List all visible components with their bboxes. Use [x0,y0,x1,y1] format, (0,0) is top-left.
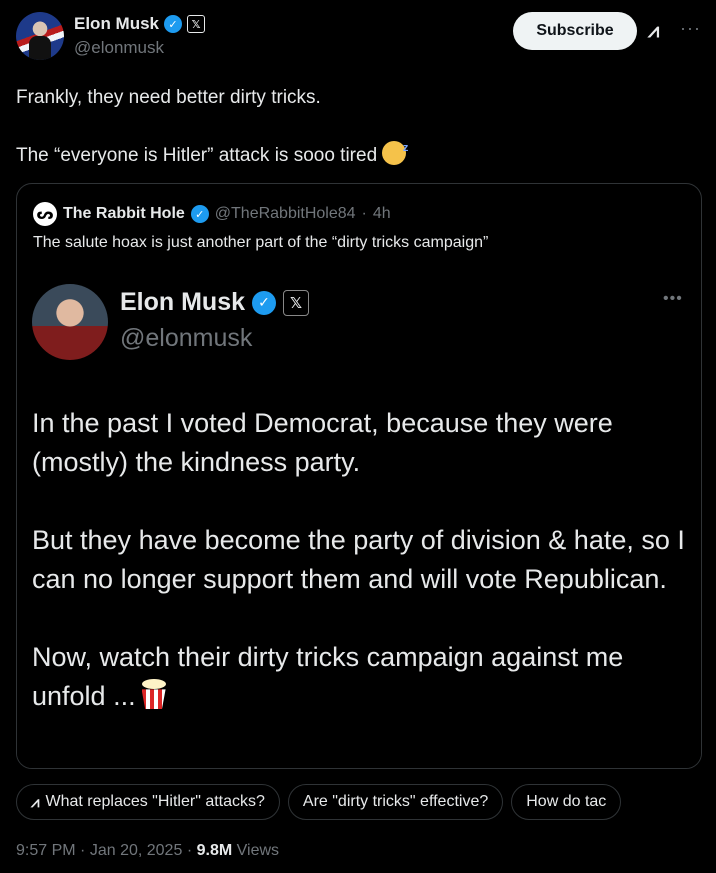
suggestion-chip-label: What replaces "Hitler" attacks? [45,793,265,810]
suggestion-chip[interactable]: How do tac [511,784,622,820]
image-post-text: In the past I voted Democrat, because th… [32,404,692,716]
author-name-row: Elon Musk ✓ 𝕏 [74,14,206,34]
quoted-author-avatar[interactable]: ᔕ [33,202,57,226]
verified-badge-icon[interactable]: ✓ [164,15,183,33]
suggestion-chip-label: How do tac [526,793,607,810]
quoted-author-name: The Rabbit Hole [63,205,185,222]
grok-suggestion-chips: ⩘ What replaces "Hitler" attacks? Are "d… [16,784,716,820]
subscribe-button[interactable]: Subscribe [513,12,637,50]
verified-badge-icon: ✓ [190,205,209,223]
author-avatar[interactable] [16,12,64,60]
post-metadata: 9:57 PM · Jan 20, 2025 · 9.8M Views [16,842,280,859]
image-author-name: Elon Musk [120,288,246,316]
quoted-post-header: ᔕ The Rabbit Hole ✓ @TheRabbitHole84 · 4… [33,202,391,226]
grok-icon[interactable]: ⩘ [648,20,670,42]
suggestion-chip-label: Are "dirty tricks" effective? [302,793,489,810]
sleepy-emoji-icon [382,135,408,165]
more-icon[interactable]: ··· [680,18,702,40]
quoted-post[interactable]: ᔕ The Rabbit Hole ✓ @TheRabbitHole84 · 4… [16,183,702,769]
post-text: Frankly, they need better dirty tricks. … [16,84,700,169]
image-paragraph-3-text: Now, watch their dirty tricks campaign a… [32,642,624,711]
post-header: Elon Musk ✓ 𝕏 @elonmusk Subscribe ⩘ ··· [16,12,700,62]
image-paragraph-3: Now, watch their dirty tricks campaign a… [32,638,692,716]
x-logo-icon: 𝕏 [187,15,206,33]
quoted-post-image[interactable]: Elon Musk ✓ 𝕏 @elonmusk ••• In the past … [17,276,701,768]
views-count: 9.8M [196,842,233,859]
author-handle[interactable]: @elonmusk [74,38,164,58]
dot-separator: · [361,205,367,222]
views-label: Views [236,842,280,859]
x-logo-icon: 𝕏 [283,289,310,316]
quoted-author-handle: @TheRabbitHole84 [214,205,356,222]
quoted-post-text: The salute hoax is just another part of … [33,234,489,251]
image-paragraph-1: In the past I voted Democrat, because th… [32,408,613,477]
suggestion-chip[interactable]: Are "dirty tricks" effective? [287,784,504,820]
post-date[interactable]: Jan 20, 2025 [90,842,183,859]
post-line-1: Frankly, they need better dirty tricks. [16,87,321,108]
verified-badge-icon: ✓ [252,290,277,315]
image-author-handle: @elonmusk [120,324,253,352]
post-line-2-text: The “everyone is Hitler” attack is sooo … [16,145,378,166]
author-name[interactable]: Elon Musk [74,14,159,34]
post-line-2: The “everyone is Hitler” attack is sooo … [16,135,700,169]
more-icon: ••• [663,290,683,307]
suggestion-chip[interactable]: ⩘ What replaces "Hitler" attacks? [16,784,280,820]
post-time[interactable]: 9:57 PM [16,842,76,859]
image-paragraph-2: But they have become the party of divisi… [32,525,685,594]
grok-icon: ⩘ [31,793,40,811]
image-name-row: Elon Musk ✓ 𝕏 [120,288,310,317]
quoted-post-age: 4h [372,205,391,222]
image-author-avatar [32,284,108,360]
